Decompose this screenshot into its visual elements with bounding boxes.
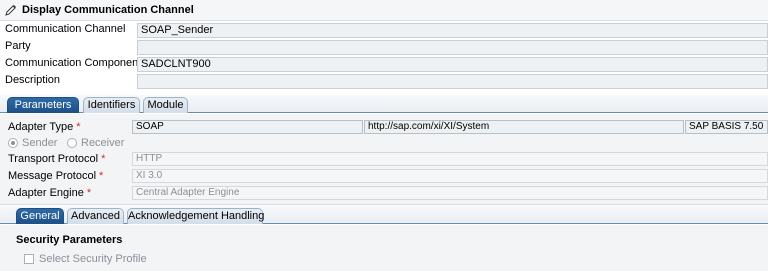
adapter-type-label: Adapter Type * <box>8 121 81 133</box>
sub-tabstrip: General Advanced Acknowledgement Handlin… <box>0 206 768 224</box>
communication-channel-label: Communication Channel <box>5 23 126 35</box>
communication-channel-field[interactable]: SOAP_Sender <box>137 23 768 38</box>
tab-advanced[interactable]: Advanced <box>67 208 124 224</box>
message-protocol-field[interactable]: XI 3.0 <box>132 169 768 183</box>
communication-component-row: Communication Component SADCLNT900 <box>0 56 768 73</box>
general-panel: Security Parameters Select Security Prof… <box>0 225 768 271</box>
direction-receiver-radio[interactable]: Receiver <box>67 137 124 149</box>
radio-unselected-icon <box>67 138 77 148</box>
transport-protocol-field[interactable]: HTTP <box>132 152 768 166</box>
description-row: Description <box>0 73 768 90</box>
parameters-panel: Adapter Type * SOAP http://sap.com/xi/XI/… <box>0 114 768 205</box>
party-label: Party <box>5 40 31 52</box>
communication-component-field[interactable]: SADCLNT900 <box>137 57 768 72</box>
message-protocol-label: Message Protocol * <box>8 170 104 182</box>
communication-channel-row: Communication Channel SOAP_Sender <box>0 22 768 39</box>
tab-acknowledgement-handling[interactable]: Acknowledgement Handling <box>127 208 264 224</box>
tab-identifiers[interactable]: Identifiers <box>83 97 140 113</box>
party-field[interactable] <box>137 40 768 55</box>
tab-module[interactable]: Module <box>143 97 188 113</box>
select-security-profile-label: Select Security Profile <box>39 253 147 265</box>
security-parameters-title: Security Parameters <box>16 234 123 246</box>
communication-component-label: Communication Component <box>5 57 142 69</box>
title-bar: Display Communication Channel <box>0 0 768 21</box>
radio-selected-icon <box>8 138 18 148</box>
tab-parameters[interactable]: Parameters <box>7 97 79 113</box>
adapter-namespace-field[interactable]: http://sap.com/xi/XI/System <box>364 120 684 134</box>
adapter-swcv-field[interactable]: SAP BASIS 7.50 <box>685 120 768 134</box>
direction-sender-radio[interactable]: Sender <box>8 137 57 149</box>
description-label: Description <box>5 74 61 86</box>
page-title: Display Communication Channel <box>22 4 194 16</box>
direction-receiver-label: Receiver <box>81 137 125 149</box>
direction-sender-label: Sender <box>22 137 58 149</box>
main-tabstrip: Parameters Identifiers Module <box>0 95 768 113</box>
adapter-type-field[interactable]: SOAP <box>132 120 363 134</box>
tab-general[interactable]: General <box>16 208 64 224</box>
party-row: Party <box>0 39 768 56</box>
select-security-profile-checkbox[interactable]: Select Security Profile <box>24 253 147 265</box>
pencil-icon <box>4 3 18 17</box>
adapter-engine-field[interactable]: Central Adapter Engine <box>132 186 768 200</box>
description-field[interactable] <box>137 74 768 89</box>
adapter-engine-label: Adapter Engine * <box>8 187 92 199</box>
transport-protocol-label: Transport Protocol * <box>8 153 106 165</box>
checkbox-icon <box>24 254 34 264</box>
